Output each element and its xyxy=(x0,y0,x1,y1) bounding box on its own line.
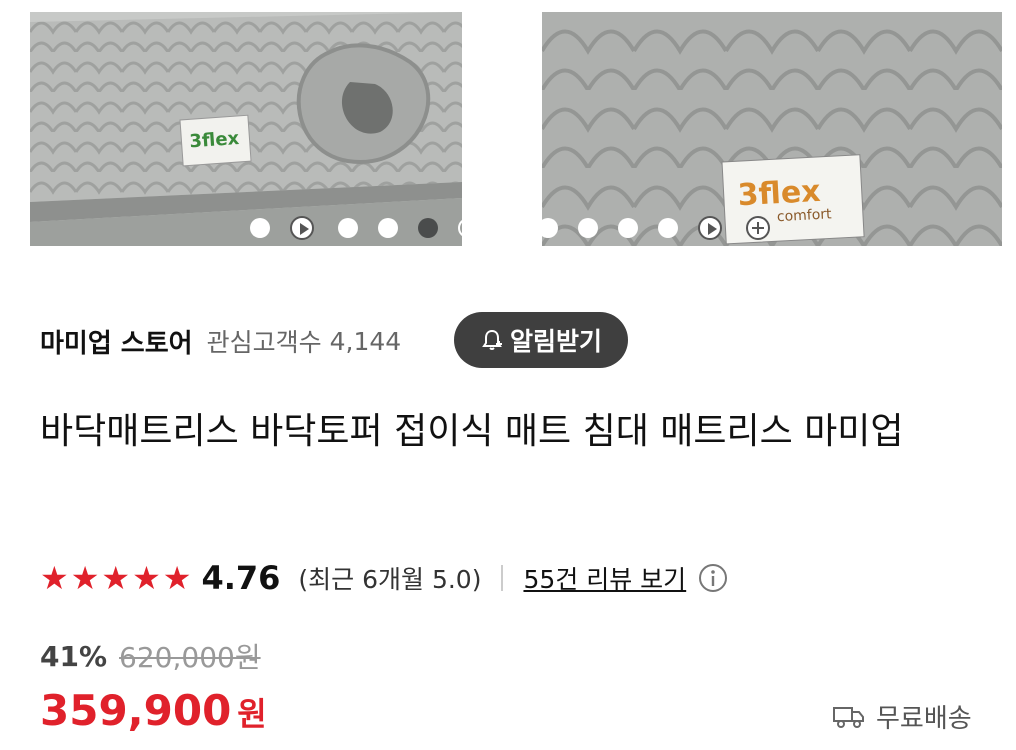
free-shipping-label: 무료배송 xyxy=(876,703,972,734)
discount-info: 41% 620,000원 xyxy=(40,636,261,676)
sale-price-value: 359,900 xyxy=(40,686,232,735)
product-photo-folded[interactable]: 3flex xyxy=(30,12,462,246)
tag-subtext-right: comfort xyxy=(777,206,833,225)
view-reviews-link[interactable]: 55건 리뷰 보기 xyxy=(523,560,686,596)
bell-plus-icon xyxy=(482,329,502,350)
followers-count: 4,144 xyxy=(329,326,402,356)
alarm-button-label: 알림받기 xyxy=(509,328,602,356)
star-icon: ★ xyxy=(101,559,131,597)
star-icon: ★ xyxy=(70,559,100,597)
slide-more-plus-icon[interactable] xyxy=(746,216,770,240)
divider xyxy=(501,565,504,591)
slide-dot-1[interactable] xyxy=(250,218,270,238)
slide-dot-5-active[interactable] xyxy=(418,218,438,238)
shipping-info: 무료배송 xyxy=(832,696,972,736)
product-photo-closeup[interactable]: 3flex comfort xyxy=(542,12,1002,246)
discount-rate: 41% xyxy=(40,639,108,673)
currency-unit: 원 xyxy=(237,695,267,733)
mattress-image-right: 3flex comfort xyxy=(542,12,1002,246)
recent-rating: (최근 6개월 5.0) xyxy=(298,565,482,594)
original-price: 620,000원 xyxy=(119,641,261,674)
slide-dot-3[interactable] xyxy=(338,218,358,238)
slide-video-1-play-icon[interactable] xyxy=(290,216,314,240)
slide-dot-10[interactable] xyxy=(618,218,638,238)
followers-label: 관심고객수 xyxy=(206,328,322,357)
truck-icon xyxy=(833,707,864,728)
star-icon: ★ xyxy=(132,559,161,597)
tag-text-left: 3flex xyxy=(189,128,240,152)
store-name-link[interactable]: 마미업 스토어 xyxy=(40,323,193,360)
slide-dot-7[interactable] xyxy=(498,218,518,238)
product-title: 바닥매트리스 바닥토퍼 접이식 매트 침대 매트리스 마미업 xyxy=(40,411,904,452)
slide-dot-8[interactable] xyxy=(538,218,558,238)
slide-dot-6[interactable] xyxy=(458,218,478,238)
star-icon: ★ xyxy=(40,559,69,597)
star-rating: ★ ★ ★ ★ ★ xyxy=(40,562,193,594)
star-icon: ★ xyxy=(162,559,192,597)
store-info: 마미업 스토어 관심고객수 4,144 xyxy=(40,312,401,370)
alarm-subscribe-button[interactable]: 알림받기 xyxy=(454,312,628,368)
info-icon[interactable] xyxy=(698,563,728,593)
rating-score: 4.76 xyxy=(201,559,281,597)
slide-dot-4[interactable] xyxy=(378,218,398,238)
image-gallery[interactable]: 3flex 3flex comfort xyxy=(0,0,1016,270)
slide-dot-9[interactable] xyxy=(578,218,598,238)
rating-summary: ★ ★ ★ ★ ★ 4.76 (최근 6개월 5.0) 55건 리뷰 보기 xyxy=(40,556,728,600)
sale-price: 359,900 원 xyxy=(40,686,267,742)
mattress-image-left: 3flex xyxy=(30,12,462,246)
slide-dot-11[interactable] xyxy=(658,218,678,238)
slide-video-2-play-icon[interactable] xyxy=(698,216,722,240)
